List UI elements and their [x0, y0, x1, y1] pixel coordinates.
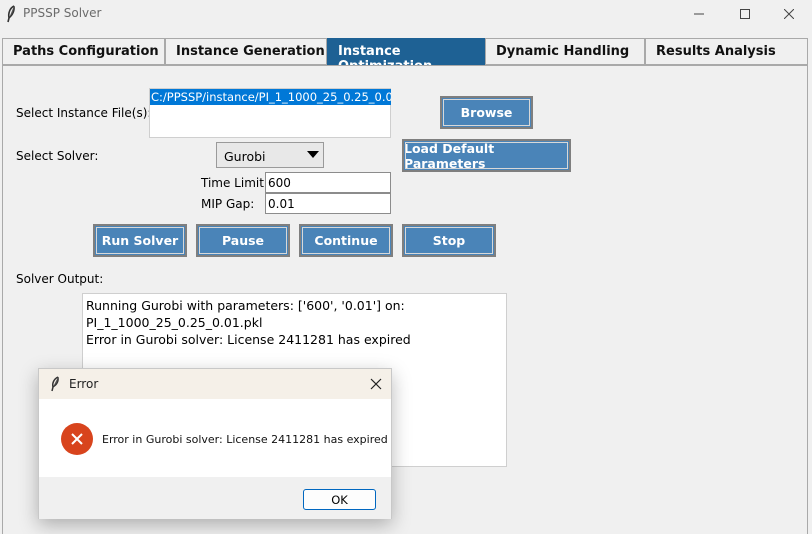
maximize-button[interactable]	[722, 0, 768, 28]
solver-label: Select Solver:	[16, 149, 99, 163]
mip-gap-input[interactable]: 0.01	[265, 193, 391, 214]
output-line: Error in Gurobi solver: License 2411281 …	[86, 332, 411, 347]
instance-file-label: Select Instance File(s):	[16, 106, 152, 120]
tab-results-analysis[interactable]: Results Analysis	[645, 38, 808, 65]
close-button[interactable]	[766, 0, 812, 28]
dialog-footer: OK	[39, 477, 391, 519]
window-title: PPSSP Solver	[23, 6, 102, 20]
close-icon	[784, 9, 794, 19]
instance-file-list[interactable]: C:/PPSSP/instance/PI_1_1000_25_0.25_0.01…	[149, 88, 391, 138]
tab-paths-configuration[interactable]: Paths Configuration	[2, 38, 165, 65]
solver-output-label: Solver Output:	[16, 272, 104, 286]
output-line: PI_1_1000_25_0.25_0.01.pkl	[86, 315, 263, 330]
tab-instance-generation[interactable]: Instance Generation	[165, 38, 327, 65]
feather-icon	[51, 376, 59, 392]
output-line: Running Gurobi with parameters: ['600', …	[86, 298, 405, 313]
load-default-parameters-button[interactable]: Load Default Parameters	[402, 139, 571, 172]
title-bar: PPSSP Solver	[0, 0, 812, 28]
solver-select[interactable]: Gurobi	[216, 142, 324, 168]
run-solver-button[interactable]: Run Solver	[93, 224, 187, 257]
feather-icon	[7, 5, 15, 23]
pause-button[interactable]: Pause	[196, 224, 290, 257]
error-dialog: Error Error in Gurobi solver: License 24…	[38, 368, 392, 519]
maximize-icon	[740, 9, 750, 19]
dialog-close-icon[interactable]	[369, 377, 383, 391]
time-limit-label: Time Limit:	[201, 176, 268, 190]
solver-selected-value: Gurobi	[224, 149, 266, 164]
minimize-button[interactable]	[676, 0, 722, 28]
continue-button[interactable]: Continue	[299, 224, 393, 257]
dialog-title: Error	[69, 377, 99, 391]
stop-button[interactable]: Stop	[402, 224, 496, 257]
mip-gap-label: MIP Gap:	[201, 197, 255, 211]
ok-button[interactable]: OK	[303, 489, 376, 510]
dropdown-arrow-icon	[307, 151, 319, 158]
tab-dynamic-handling[interactable]: Dynamic Handling	[485, 38, 645, 65]
tab-bar: Paths Configuration Instance Generation …	[2, 38, 808, 74]
browse-button[interactable]: Browse	[440, 96, 533, 129]
time-limit-input[interactable]: 600	[265, 172, 391, 193]
tab-instance-optimization[interactable]: Instance Optimization	[327, 38, 485, 74]
selected-file-item[interactable]: C:/PPSSP/instance/PI_1_1000_25_0.25_0.01…	[150, 89, 391, 105]
dialog-message: Error in Gurobi solver: License 2411281 …	[102, 433, 388, 446]
dialog-title-bar: Error	[39, 369, 391, 399]
minimize-icon	[694, 13, 704, 15]
error-icon	[61, 423, 93, 455]
